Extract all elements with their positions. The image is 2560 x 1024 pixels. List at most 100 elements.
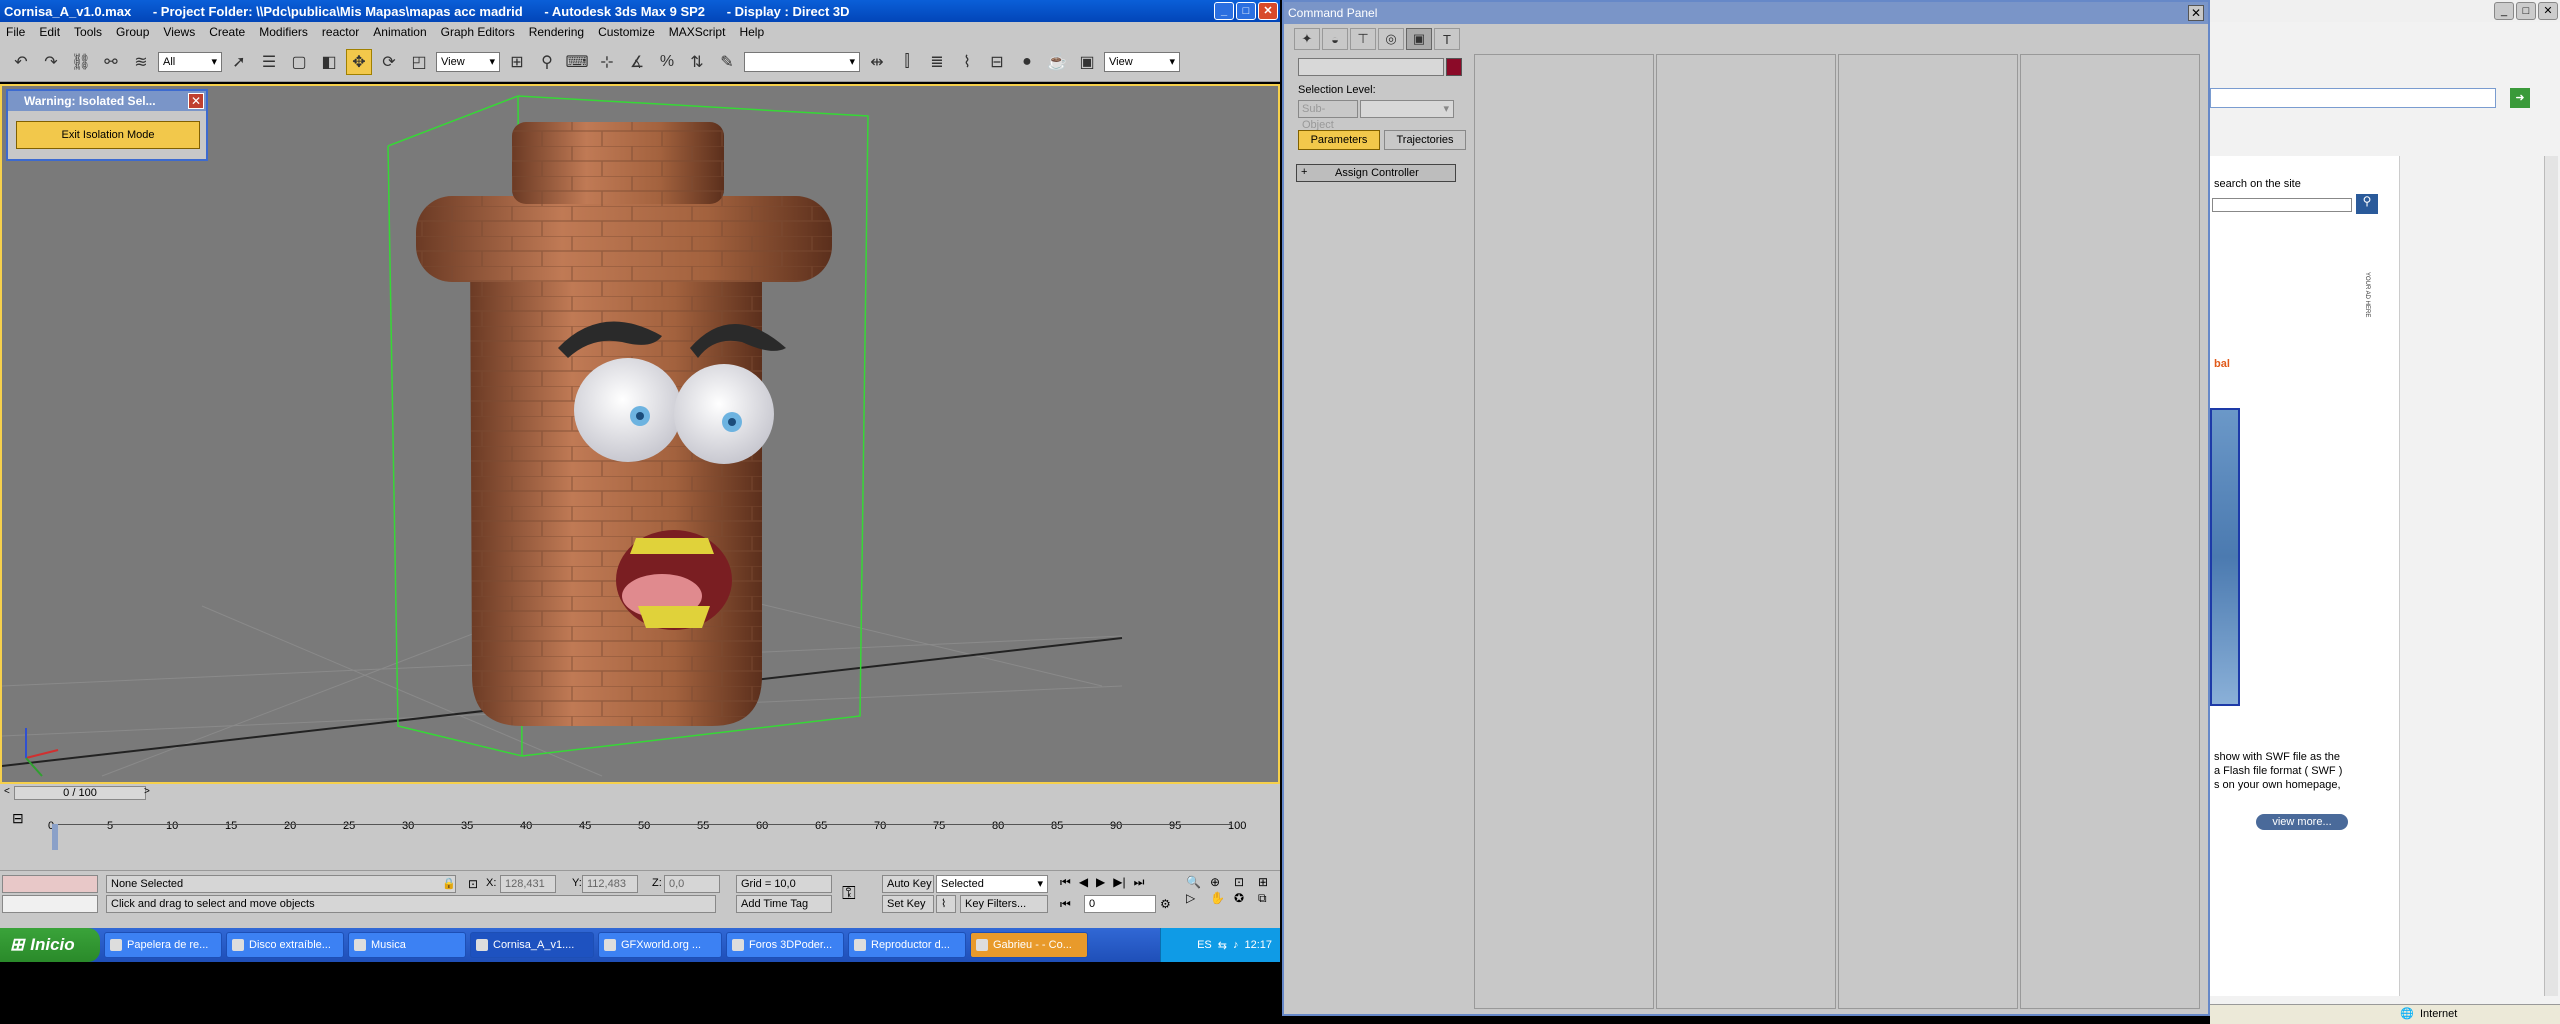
subobject-select[interactable]: ▾ — [1360, 100, 1454, 118]
utilities-tab-icon[interactable]: T — [1434, 28, 1460, 50]
previous-frame-icon[interactable]: ◀ — [1079, 875, 1088, 890]
mini-listener[interactable] — [2, 875, 98, 893]
modify-tab-icon[interactable]: ◒ — [1322, 28, 1348, 50]
time-ruler[interactable]: 0510152025303540455055606570758085909510… — [48, 810, 1246, 840]
perspective-viewport[interactable] — [0, 84, 1280, 784]
menu-item-tools[interactable]: Tools — [74, 25, 102, 39]
taskbar-item[interactable]: Gabrieu - - Co... — [970, 932, 1088, 958]
close-button[interactable]: ✕ — [2538, 2, 2558, 20]
key-mode-toggle-icon[interactable]: ⏮ — [1060, 897, 1071, 912]
parameters-tab[interactable]: Parameters — [1298, 130, 1380, 150]
select-by-name-icon[interactable]: ☰ — [256, 49, 282, 75]
select-object-icon[interactable]: ➚ — [226, 49, 252, 75]
taskbar-item[interactable]: Reproductor d... — [848, 932, 966, 958]
absolute-mode-icon[interactable]: ⊡ — [468, 877, 478, 891]
schematic-view-icon[interactable]: ⊟ — [984, 49, 1010, 75]
zoom-all-icon[interactable]: ⊕ — [1210, 875, 1232, 889]
minimize-button[interactable]: _ — [2494, 2, 2514, 20]
menu-item-file[interactable]: File — [6, 25, 25, 39]
menu-item-edit[interactable]: Edit — [39, 25, 60, 39]
angle-snap-icon[interactable]: ∡ — [624, 49, 650, 75]
trajectories-tab[interactable]: Trajectories — [1384, 130, 1466, 150]
pivot-center-icon[interactable]: ⊞ — [504, 49, 530, 75]
layer-manager-icon[interactable]: ≣ — [924, 49, 950, 75]
add-time-tag[interactable]: Add Time Tag — [736, 895, 832, 913]
volume-icon[interactable]: ♪ — [1233, 939, 1239, 951]
menu-item-group[interactable]: Group — [116, 25, 149, 39]
render-scene-icon[interactable]: ☕ — [1044, 49, 1070, 75]
site-search-input[interactable] — [2212, 198, 2352, 212]
arc-rotate-icon[interactable]: ✪ — [1234, 891, 1256, 906]
link-icon[interactable]: ⛓ — [68, 49, 94, 75]
maximize-button[interactable]: □ — [2516, 2, 2536, 20]
fov-icon[interactable]: ▷ — [1186, 891, 1208, 906]
rect-region-icon[interactable]: ▢ — [286, 49, 312, 75]
zoom-extents-all-icon[interactable]: ⊞ — [1258, 875, 1280, 889]
scrollbar[interactable] — [2544, 156, 2558, 996]
key-tangent-icon[interactable]: ⌇ — [936, 895, 956, 913]
scale-icon[interactable]: ◰ — [406, 49, 432, 75]
y-coordinate-field[interactable]: 112,483 — [582, 875, 638, 893]
align-icon[interactable]: ⫿ — [894, 49, 920, 75]
taskbar-item[interactable]: Cornisa_A_v1.... — [470, 932, 594, 958]
go-to-start-icon[interactable]: ⏮ — [1060, 875, 1071, 890]
menu-item-modifiers[interactable]: Modifiers — [259, 25, 308, 39]
menu-item-customize[interactable]: Customize — [598, 25, 655, 39]
assign-controller-rollout[interactable]: + Assign Controller — [1296, 164, 1456, 182]
create-tab-icon[interactable]: ✦ — [1294, 28, 1320, 50]
start-button[interactable]: ⊞ Inicio — [0, 928, 100, 962]
go-arrow-icon[interactable]: ➜ — [2510, 88, 2530, 108]
network-icon[interactable]: ⇆ — [1218, 939, 1227, 952]
taskbar-item[interactable]: Musica — [348, 932, 466, 958]
current-frame-field[interactable]: 0 — [1084, 895, 1156, 913]
taskbar-item[interactable]: Papelera de re... — [104, 932, 222, 958]
maximize-button[interactable]: □ — [1236, 2, 1256, 20]
window-crossing-icon[interactable]: ◧ — [316, 49, 342, 75]
spinner-snap-icon[interactable]: ⇅ — [684, 49, 710, 75]
go-to-end-icon[interactable]: ⏭ — [1134, 875, 1145, 890]
next-frame-icon[interactable]: ▶| — [1113, 875, 1125, 890]
display-tab-icon[interactable]: ▣ — [1406, 28, 1432, 50]
hierarchy-tab-icon[interactable]: ⊤ — [1350, 28, 1376, 50]
object-color-swatch[interactable] — [1446, 58, 1462, 76]
pan-icon[interactable]: ✋ — [1210, 891, 1232, 906]
close-icon[interactable]: ✕ — [2188, 5, 2204, 21]
taskbar-item[interactable]: Disco extraíble... — [226, 932, 344, 958]
time-config-icon[interactable]: ⚙ — [1160, 897, 1171, 911]
menu-item-help[interactable]: Help — [739, 25, 764, 39]
close-icon[interactable]: ✕ — [188, 93, 204, 109]
zoom-icon[interactable]: 🔍 — [1186, 875, 1208, 889]
move-icon[interactable]: ✥ — [346, 48, 372, 75]
play-icon[interactable]: ▶ — [1096, 875, 1105, 890]
key-filters-button[interactable]: Key Filters... — [960, 895, 1048, 913]
unlink-icon[interactable]: ⚯ — [98, 49, 124, 75]
menu-item-create[interactable]: Create — [209, 25, 245, 39]
view-more-button[interactable]: view more... — [2256, 814, 2348, 830]
track-bar-icon[interactable]: ⊟ — [12, 810, 24, 827]
menu-item-rendering[interactable]: Rendering — [529, 25, 584, 39]
auto-key-button[interactable]: Auto Key — [882, 875, 934, 893]
percent-snap-icon[interactable]: % — [654, 49, 680, 75]
menu-item-maxscript[interactable]: MAXScript — [669, 25, 726, 39]
reference-coord-select[interactable]: View ▾ — [436, 51, 500, 72]
keyboard-shortcut-icon[interactable]: ⌨ — [564, 49, 590, 75]
mirror-icon[interactable]: ⇹ — [864, 49, 890, 75]
bind-spacewarp-icon[interactable]: ≋ — [128, 49, 154, 75]
redo-icon[interactable]: ↷ — [38, 49, 64, 75]
address-bar[interactable] — [2210, 88, 2496, 108]
menu-item-graph-editors[interactable]: Graph Editors — [441, 25, 515, 39]
edit-named-sel-icon[interactable]: ✎ — [714, 49, 740, 75]
subobject-button[interactable]: Sub-Object — [1298, 100, 1358, 131]
selection-filter-select[interactable]: All ▾ — [158, 51, 222, 72]
set-key-button[interactable]: Set Key — [882, 895, 934, 913]
mini-listener-output[interactable] — [2, 895, 98, 913]
chevron-left-icon[interactable]: < — [4, 786, 10, 797]
time-slider[interactable]: 0 / 100 — [14, 786, 146, 800]
undo-icon[interactable]: ↶ — [8, 49, 34, 75]
close-button[interactable]: ✕ — [1258, 2, 1278, 20]
key-icon[interactable]: ⚿ — [842, 883, 856, 904]
menu-item-reactor[interactable]: reactor — [322, 25, 359, 39]
select-manipulate-icon[interactable]: ⚲ — [534, 49, 560, 75]
taskbar-item[interactable]: GFXworld.org ... — [598, 932, 722, 958]
minimize-button[interactable]: _ — [1214, 2, 1234, 20]
